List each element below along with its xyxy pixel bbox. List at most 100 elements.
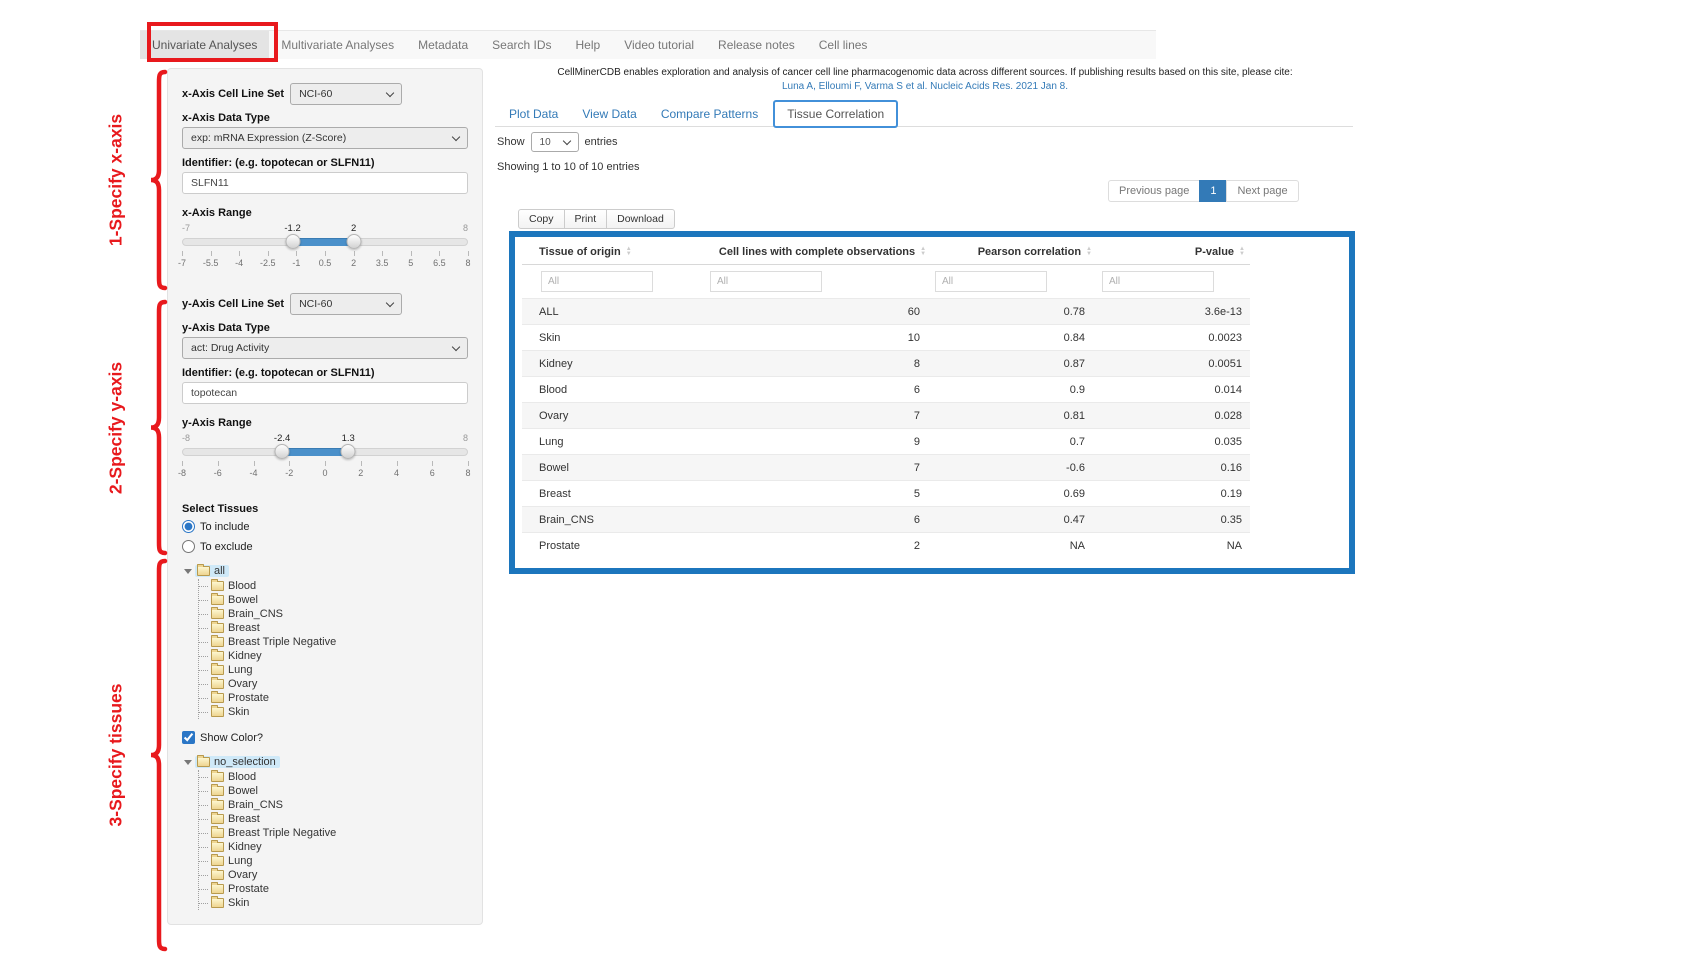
tree-item-label: Kidney xyxy=(228,650,262,662)
include-tree-item-breast[interactable]: Breast xyxy=(199,621,468,635)
color-tree-root-no-selection[interactable]: no_selection xyxy=(184,754,468,770)
y-axis-range-slider[interactable]: -88-2.41.3-8-6-4-202468 xyxy=(182,433,468,483)
y-range-handle-low[interactable] xyxy=(275,444,290,459)
tree-expand-icon[interactable] xyxy=(184,569,192,574)
x-axis-range-slider[interactable]: -78-1.22-7-5.5-4-2.5-10.523.556.58 xyxy=(182,223,468,273)
include-tree-root-all[interactable]: all xyxy=(184,563,468,579)
table-cell: 0.9 xyxy=(935,384,1102,396)
color-tree-item-ovary[interactable]: Ovary xyxy=(199,868,468,882)
include-tree-item-blood[interactable]: Blood xyxy=(199,579,468,593)
show-color-checkbox[interactable] xyxy=(182,731,195,744)
x-range-tick-label: -4 xyxy=(235,258,243,268)
y-range-tick-label: -2 xyxy=(285,468,293,478)
color-tree-item-kidney[interactable]: Kidney xyxy=(199,840,468,854)
nav-tab-video-tutorial[interactable]: Video tutorial xyxy=(612,31,706,59)
tree-expand-icon[interactable] xyxy=(184,760,192,765)
column-header-tissue-of-origin[interactable]: Tissue of origin▲▼ xyxy=(522,246,710,258)
table-row-breast: Breast50.690.19 xyxy=(522,480,1250,506)
folder-icon xyxy=(211,609,224,619)
column-filter-cell-lines-with-complete-observations[interactable] xyxy=(710,271,822,292)
color-tree-item-blood[interactable]: Blood xyxy=(199,770,468,784)
y-range-tick-label: -4 xyxy=(249,468,257,478)
column-filter-p-value[interactable] xyxy=(1102,271,1214,292)
nav-tab-help[interactable]: Help xyxy=(564,31,613,59)
tab-view-data[interactable]: View Data xyxy=(570,107,648,121)
color-tree-item-breast-triple-negative[interactable]: Breast Triple Negative xyxy=(199,826,468,840)
download-button[interactable]: Download xyxy=(606,209,675,229)
color-tree-item-skin[interactable]: Skin xyxy=(199,896,468,910)
next-page-button[interactable]: Next page xyxy=(1226,180,1298,202)
column-header-cell-lines-with-complete-observations[interactable]: Cell lines with complete observations▲▼ xyxy=(710,246,935,258)
x-axis-cell-line-set-select[interactable]: NCI-60 xyxy=(290,83,402,105)
nav-tab-cell-lines[interactable]: Cell lines xyxy=(807,31,880,59)
nav-tab-search-ids[interactable]: Search IDs xyxy=(480,31,563,59)
table-row-bowel: Bowel7-0.60.16 xyxy=(522,454,1250,480)
nav-tab-univariate-analyses[interactable]: Univariate Analyses xyxy=(140,31,269,59)
copy-button[interactable]: Copy xyxy=(518,209,565,229)
column-header-p-value[interactable]: P-value▲▼ xyxy=(1102,246,1250,258)
x-axis-cell-line-set-value: NCI-60 xyxy=(299,88,332,100)
x-range-tick xyxy=(354,251,355,256)
print-button[interactable]: Print xyxy=(564,209,608,229)
color-tree-item-bowel[interactable]: Bowel xyxy=(199,784,468,798)
table-cell: 9 xyxy=(710,436,935,448)
nav-tab-release-notes[interactable]: Release notes xyxy=(706,31,807,59)
page-1-button[interactable]: 1 xyxy=(1199,180,1227,202)
column-header-label: Pearson correlation xyxy=(978,246,1081,258)
filter-cell xyxy=(935,271,1102,292)
x-axis-data-type-label: x-Axis Data Type xyxy=(182,112,468,124)
nav-tab-metadata[interactable]: Metadata xyxy=(406,31,480,59)
x-range-tick xyxy=(296,251,297,256)
include-tree-item-bowel[interactable]: Bowel xyxy=(199,593,468,607)
showing-entries-text: Showing 1 to 10 of 10 entries xyxy=(497,161,639,173)
tree-item-label: Bowel xyxy=(228,594,258,606)
y-range-tick-label: -8 xyxy=(178,468,186,478)
include-tree-item-breast-triple-negative[interactable]: Breast Triple Negative xyxy=(199,635,468,649)
include-tree-item-ovary[interactable]: Ovary xyxy=(199,677,468,691)
tab-compare-patterns[interactable]: Compare Patterns xyxy=(649,107,770,121)
x-range-handle-high[interactable] xyxy=(346,234,361,249)
column-header-pearson-correlation[interactable]: Pearson correlation ▲▼ xyxy=(935,246,1102,258)
column-filter-tissue-of-origin[interactable] xyxy=(541,271,653,292)
folder-icon xyxy=(211,707,224,717)
table-cell: ALL xyxy=(522,306,710,318)
x-range-handle-low[interactable] xyxy=(285,234,300,249)
tab-plot-data[interactable]: Plot Data xyxy=(497,107,570,121)
folder-icon xyxy=(211,772,224,782)
previous-page-button[interactable]: Previous page xyxy=(1108,180,1200,202)
x-range-tick-label: 8 xyxy=(465,258,470,268)
y-range-handle-high[interactable] xyxy=(341,444,356,459)
y-axis-cell-line-set-select[interactable]: NCI-60 xyxy=(290,293,402,315)
x-range-tick xyxy=(182,251,183,256)
include-tree-item-skin[interactable]: Skin xyxy=(199,705,468,719)
citation-link[interactable]: Luna A, Elloumi F, Varma S et al. Nuclei… xyxy=(500,81,1350,92)
column-filter-pearson-correlation[interactable] xyxy=(935,271,1047,292)
include-tree-item-brain-cns[interactable]: Brain_CNS xyxy=(199,607,468,621)
tab-tissue-correlation[interactable]: Tissue Correlation xyxy=(773,100,898,128)
color-tree-item-lung[interactable]: Lung xyxy=(199,854,468,868)
x-axis-data-type-select[interactable]: exp: mRNA Expression (Z-Score) xyxy=(182,127,468,149)
tree-item-label: Blood xyxy=(228,580,256,592)
page-length-select[interactable]: 10 xyxy=(531,132,579,152)
sort-icon[interactable]: ▲▼ xyxy=(1239,247,1245,257)
y-axis-identifier-input[interactable] xyxy=(182,382,468,404)
x-axis-identifier-input[interactable] xyxy=(182,172,468,194)
to-exclude-radio[interactable] xyxy=(182,540,195,553)
include-tree-item-prostate[interactable]: Prostate xyxy=(199,691,468,705)
y-range-tick-label: 2 xyxy=(358,468,363,478)
color-tree-item-prostate[interactable]: Prostate xyxy=(199,882,468,896)
y-axis-cell-line-set-value: NCI-60 xyxy=(299,298,332,310)
include-tree-item-lung[interactable]: Lung xyxy=(199,663,468,677)
y-axis-data-type-select[interactable]: act: Drug Activity xyxy=(182,337,468,359)
sort-icon[interactable]: ▲▼ xyxy=(1086,247,1092,257)
sort-icon[interactable]: ▲▼ xyxy=(920,247,926,257)
table-cell: Blood xyxy=(522,384,710,396)
sort-icon[interactable]: ▲▼ xyxy=(626,247,632,257)
nav-tab-multivariate-analyses[interactable]: Multivariate Analyses xyxy=(269,31,406,59)
include-tree-item-kidney[interactable]: Kidney xyxy=(199,649,468,663)
to-include-radio[interactable] xyxy=(182,520,195,533)
x-range-tick-label: 6.5 xyxy=(433,258,446,268)
table-cell: 0.47 xyxy=(935,514,1102,526)
color-tree-item-brain-cns[interactable]: Brain_CNS xyxy=(199,798,468,812)
color-tree-item-breast[interactable]: Breast xyxy=(199,812,468,826)
